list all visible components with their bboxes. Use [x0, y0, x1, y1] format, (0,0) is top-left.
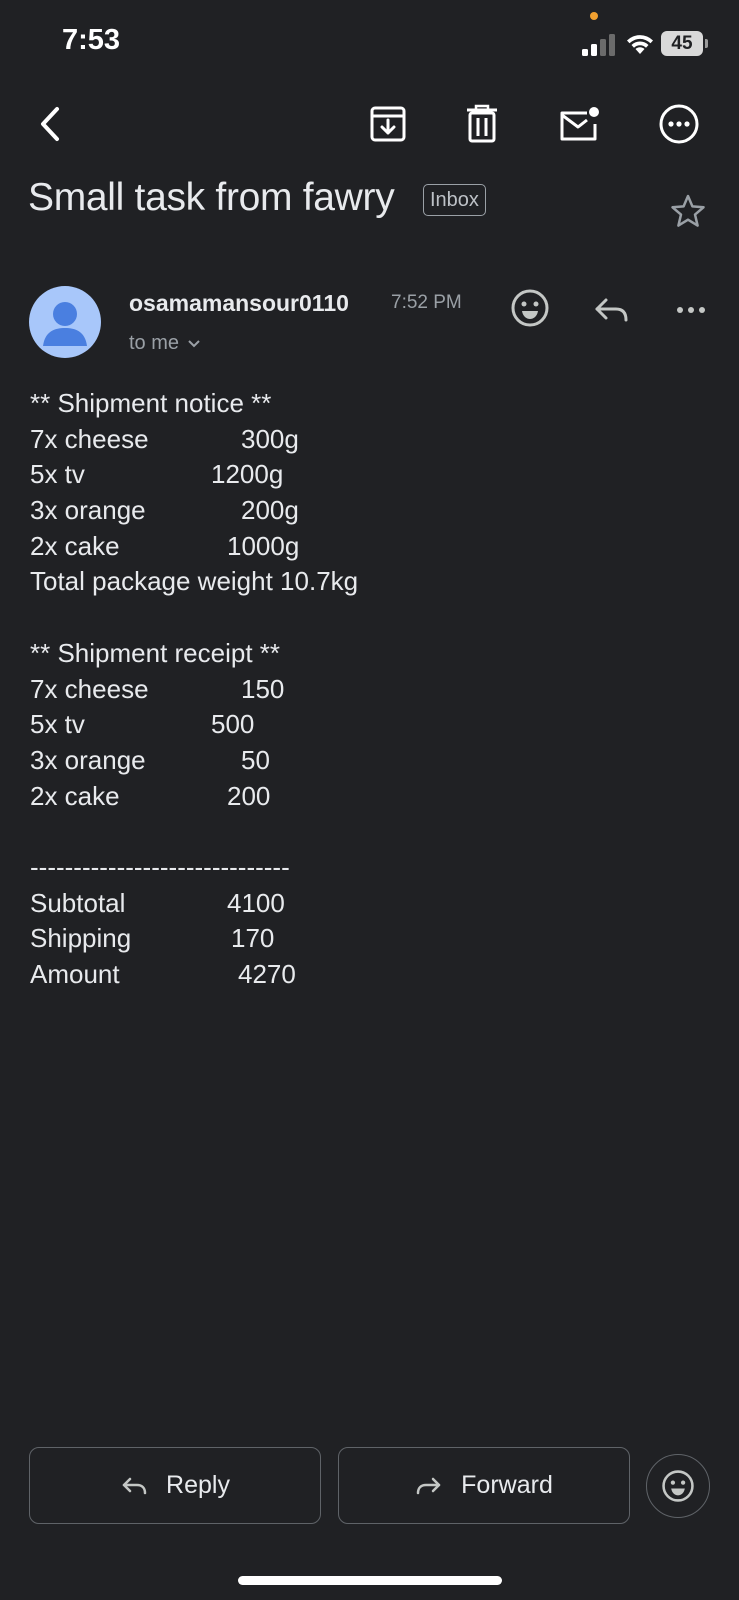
star-icon[interactable]	[668, 192, 708, 232]
receipt-header: ** Shipment receipt **	[30, 637, 281, 668]
archive-icon	[370, 106, 406, 142]
notice-item: 7x cheese 300g	[30, 423, 299, 454]
amount-row: Amount 4270	[30, 959, 296, 989]
recipient-label: to me	[129, 332, 180, 354]
back-button[interactable]	[28, 102, 72, 146]
home-indicator[interactable]	[238, 1576, 502, 1585]
more-horizontal-icon[interactable]	[671, 290, 711, 330]
forward-button[interactable]: Forward	[338, 1447, 630, 1524]
divider-line: ------------------------------	[30, 851, 290, 882]
archive-button[interactable]	[366, 102, 410, 146]
status-time: 7:53	[62, 24, 121, 56]
notice-item: 3x orange 200g	[30, 495, 299, 526]
email-body: ** Shipment notice ** 7x cheese 300g 5x t…	[30, 386, 358, 993]
chevron-down-icon	[188, 339, 200, 347]
reply-icon[interactable]	[592, 290, 632, 330]
emoji-reaction-icon[interactable]	[510, 288, 550, 328]
shipping-row: Shipping 170	[30, 923, 275, 954]
notice-item: 2x cake 1000g	[30, 530, 300, 561]
inbox-label-chip[interactable]: Inbox	[423, 184, 486, 216]
more-options-button[interactable]	[657, 102, 701, 146]
reply-icon	[122, 1477, 147, 1494]
email-subject: Small task from fawry	[28, 176, 395, 219]
chevron-left-icon	[41, 107, 59, 141]
battery-level: 45	[661, 31, 703, 56]
mail-unread-icon	[560, 107, 599, 141]
privacy-indicator-dot	[590, 12, 598, 20]
forward-label: Forward	[461, 1471, 553, 1499]
delete-button[interactable]	[460, 102, 504, 146]
more-horizontal-icon	[659, 104, 699, 144]
wifi-icon	[627, 35, 653, 54]
trash-icon	[467, 104, 497, 143]
receipt-item: 5x tv 500	[30, 709, 255, 740]
notice-item: 5x tv 1200g	[30, 459, 284, 490]
emoji-icon	[662, 1470, 694, 1502]
receipt-item: 2x cake 200	[30, 780, 271, 811]
notice-header: ** Shipment notice **	[30, 388, 272, 418]
sender-name: osamamansour0110	[129, 290, 349, 316]
sender-avatar[interactable]	[29, 286, 101, 358]
reply-button[interactable]: Reply	[29, 1447, 321, 1524]
reply-label: Reply	[166, 1471, 230, 1499]
forward-icon	[416, 1477, 441, 1494]
receipt-item: 7x cheese 150	[30, 673, 285, 704]
receipt-item: 3x orange 50	[30, 744, 270, 775]
battery-icon: 45	[661, 31, 709, 56]
sent-time: 7:52 PM	[391, 292, 462, 313]
emoji-reaction-button[interactable]	[646, 1454, 710, 1518]
cellular-signal-icon	[582, 34, 615, 56]
total-weight: Total package weight 10.7kg	[30, 566, 359, 597]
subtotal-row: Subtotal 4100	[30, 887, 285, 918]
person-icon	[43, 302, 87, 346]
mark-unread-button[interactable]	[557, 102, 601, 146]
recipient-details-toggle[interactable]: to me	[129, 332, 201, 355]
